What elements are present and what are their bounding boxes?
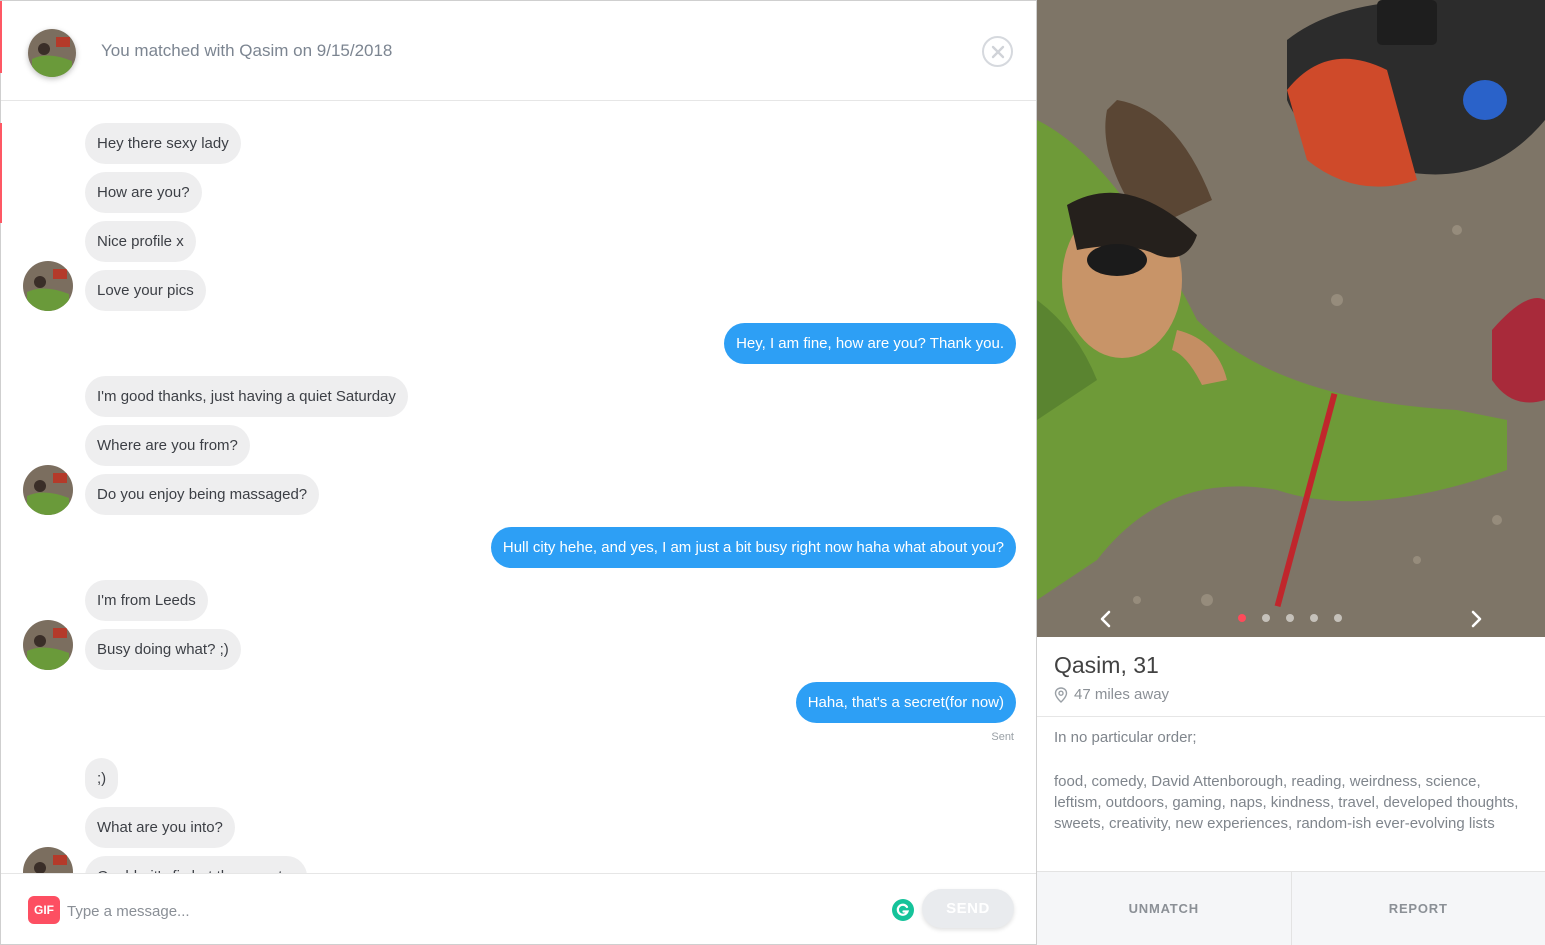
grammarly-icon[interactable] xyxy=(892,899,914,921)
incoming-message: Hey there sexy lady xyxy=(85,123,241,164)
sender-avatar[interactable] xyxy=(23,261,73,311)
photo-pagination xyxy=(1238,614,1342,622)
incoming-message: How are you? xyxy=(85,172,202,213)
close-chat-button[interactable] xyxy=(982,36,1013,67)
distance-text: 47 miles away xyxy=(1074,686,1170,703)
profile-photo[interactable] xyxy=(1037,0,1545,637)
message-status: Sent xyxy=(991,731,1014,743)
send-button[interactable]: SEND xyxy=(922,889,1014,928)
incoming-message: Where are you from? xyxy=(85,425,250,466)
location-pin-icon xyxy=(1054,686,1068,703)
next-photo-icon[interactable] xyxy=(1464,607,1488,631)
chat-header: You matched with Qasim on 9/15/2018 xyxy=(1,1,1036,101)
incoming-message: Busy doing what? ;) xyxy=(85,629,241,670)
profile-name-age: Qasim, 31 xyxy=(1054,652,1159,678)
match-info-text: You matched with Qasim on 9/15/2018 xyxy=(101,41,393,60)
close-icon xyxy=(991,45,1004,58)
outgoing-message: Hey, I am fine, how are you? Thank you. xyxy=(724,323,1016,364)
incoming-message: I'm from Leeds xyxy=(85,580,208,621)
outgoing-message: Hull city hehe, and yes, I am just a bit… xyxy=(490,527,1016,568)
chat-pane: You matched with Qasim on 9/15/2018 Hey … xyxy=(0,0,1037,945)
incoming-message: Love your pics xyxy=(85,270,206,311)
message-composer: GIF xyxy=(1,873,1036,944)
match-avatar[interactable] xyxy=(28,29,76,77)
sender-avatar[interactable] xyxy=(23,847,73,873)
sender-avatar[interactable] xyxy=(23,620,73,670)
report-button[interactable]: REPORT xyxy=(1290,872,1545,945)
divider xyxy=(1037,716,1545,717)
outgoing-message: Haha, that's a secret(for now) xyxy=(795,682,1016,723)
sender-avatar[interactable] xyxy=(23,465,73,515)
incoming-message: Nice profile x xyxy=(85,221,196,262)
app-window: You matched with Qasim on 9/15/2018 Hey … xyxy=(0,0,1545,945)
previous-photo-icon[interactable] xyxy=(1094,607,1118,631)
incoming-message: Do you enjoy being massaged? xyxy=(85,474,320,515)
gif-button[interactable]: GIF xyxy=(28,896,60,924)
incoming-message: What are you into? xyxy=(85,807,235,848)
incoming-message: I'm good thanks, just having a quiet Sat… xyxy=(85,376,408,417)
photo-dot[interactable] xyxy=(1238,614,1246,622)
profile-actions: UNMATCH REPORT xyxy=(1037,871,1545,945)
unmatch-button[interactable]: UNMATCH xyxy=(1037,872,1291,945)
photo-dot[interactable] xyxy=(1310,614,1318,622)
profile-pane: Qasim, 31 47 miles away In no particular… xyxy=(1037,0,1545,945)
bio-interests: food, comedy, David Attenborough, readin… xyxy=(1054,773,1519,832)
photo-dot[interactable] xyxy=(1334,614,1342,622)
incoming-message: ;) xyxy=(85,758,119,799)
message-list[interactable]: Hey there sexy lady How are you? Nice pr… xyxy=(1,102,1036,873)
incoming-message: Ooohh..it's fix but the secret... xyxy=(85,856,307,873)
bio-intro: In no particular order; xyxy=(1054,729,1197,746)
photo-dot[interactable] xyxy=(1286,614,1294,622)
message-input[interactable] xyxy=(67,896,867,926)
photo-dot[interactable] xyxy=(1262,614,1270,622)
distance-row: 47 miles away xyxy=(1054,686,1169,703)
